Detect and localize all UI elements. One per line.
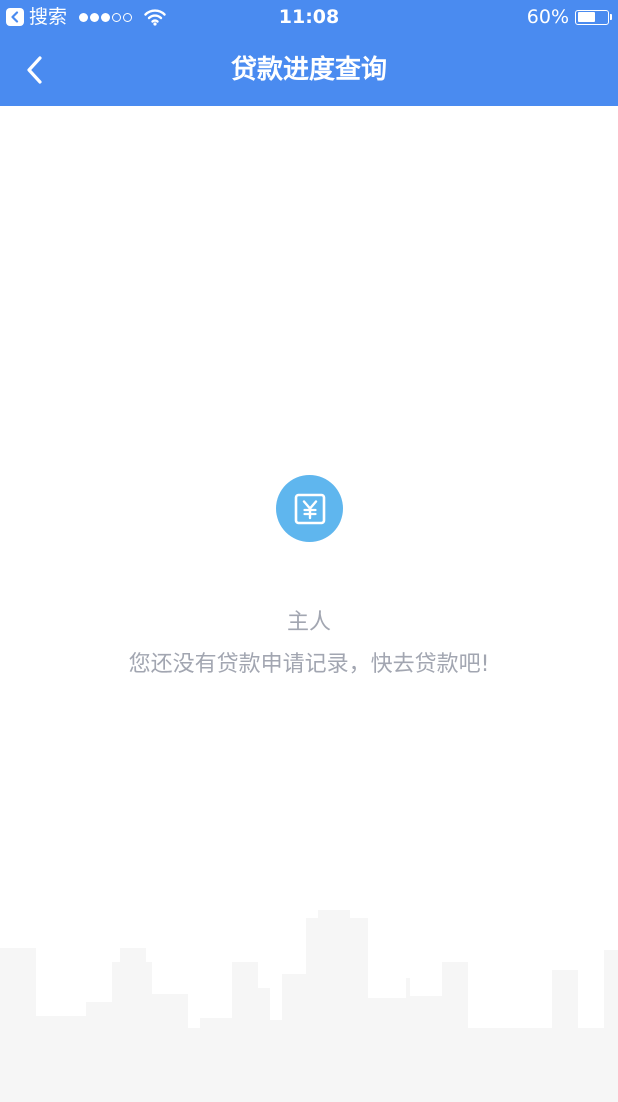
status-bar: 搜索 11:08 60% bbox=[0, 0, 618, 34]
status-time: 11:08 bbox=[278, 6, 340, 28]
yen-document-icon bbox=[276, 475, 343, 542]
battery-icon bbox=[575, 9, 612, 25]
battery-body bbox=[575, 9, 609, 25]
battery-percent: 60% bbox=[526, 6, 569, 28]
city-skyline-decoration bbox=[0, 910, 618, 1102]
empty-state-message: 您还没有贷款申请记录，快去贷款吧! bbox=[128, 652, 490, 677]
status-right: 60% bbox=[527, 5, 612, 29]
battery-level-fill bbox=[577, 12, 595, 22]
battery-tip bbox=[610, 14, 612, 20]
empty-state-title: 主人 bbox=[286, 610, 331, 635]
nav-bar: 贷款进度查询 bbox=[0, 34, 618, 106]
page-title: 贷款进度查询 bbox=[230, 55, 387, 85]
header: 搜索 11:08 60% 贷款进度查询 bbox=[0, 0, 618, 106]
